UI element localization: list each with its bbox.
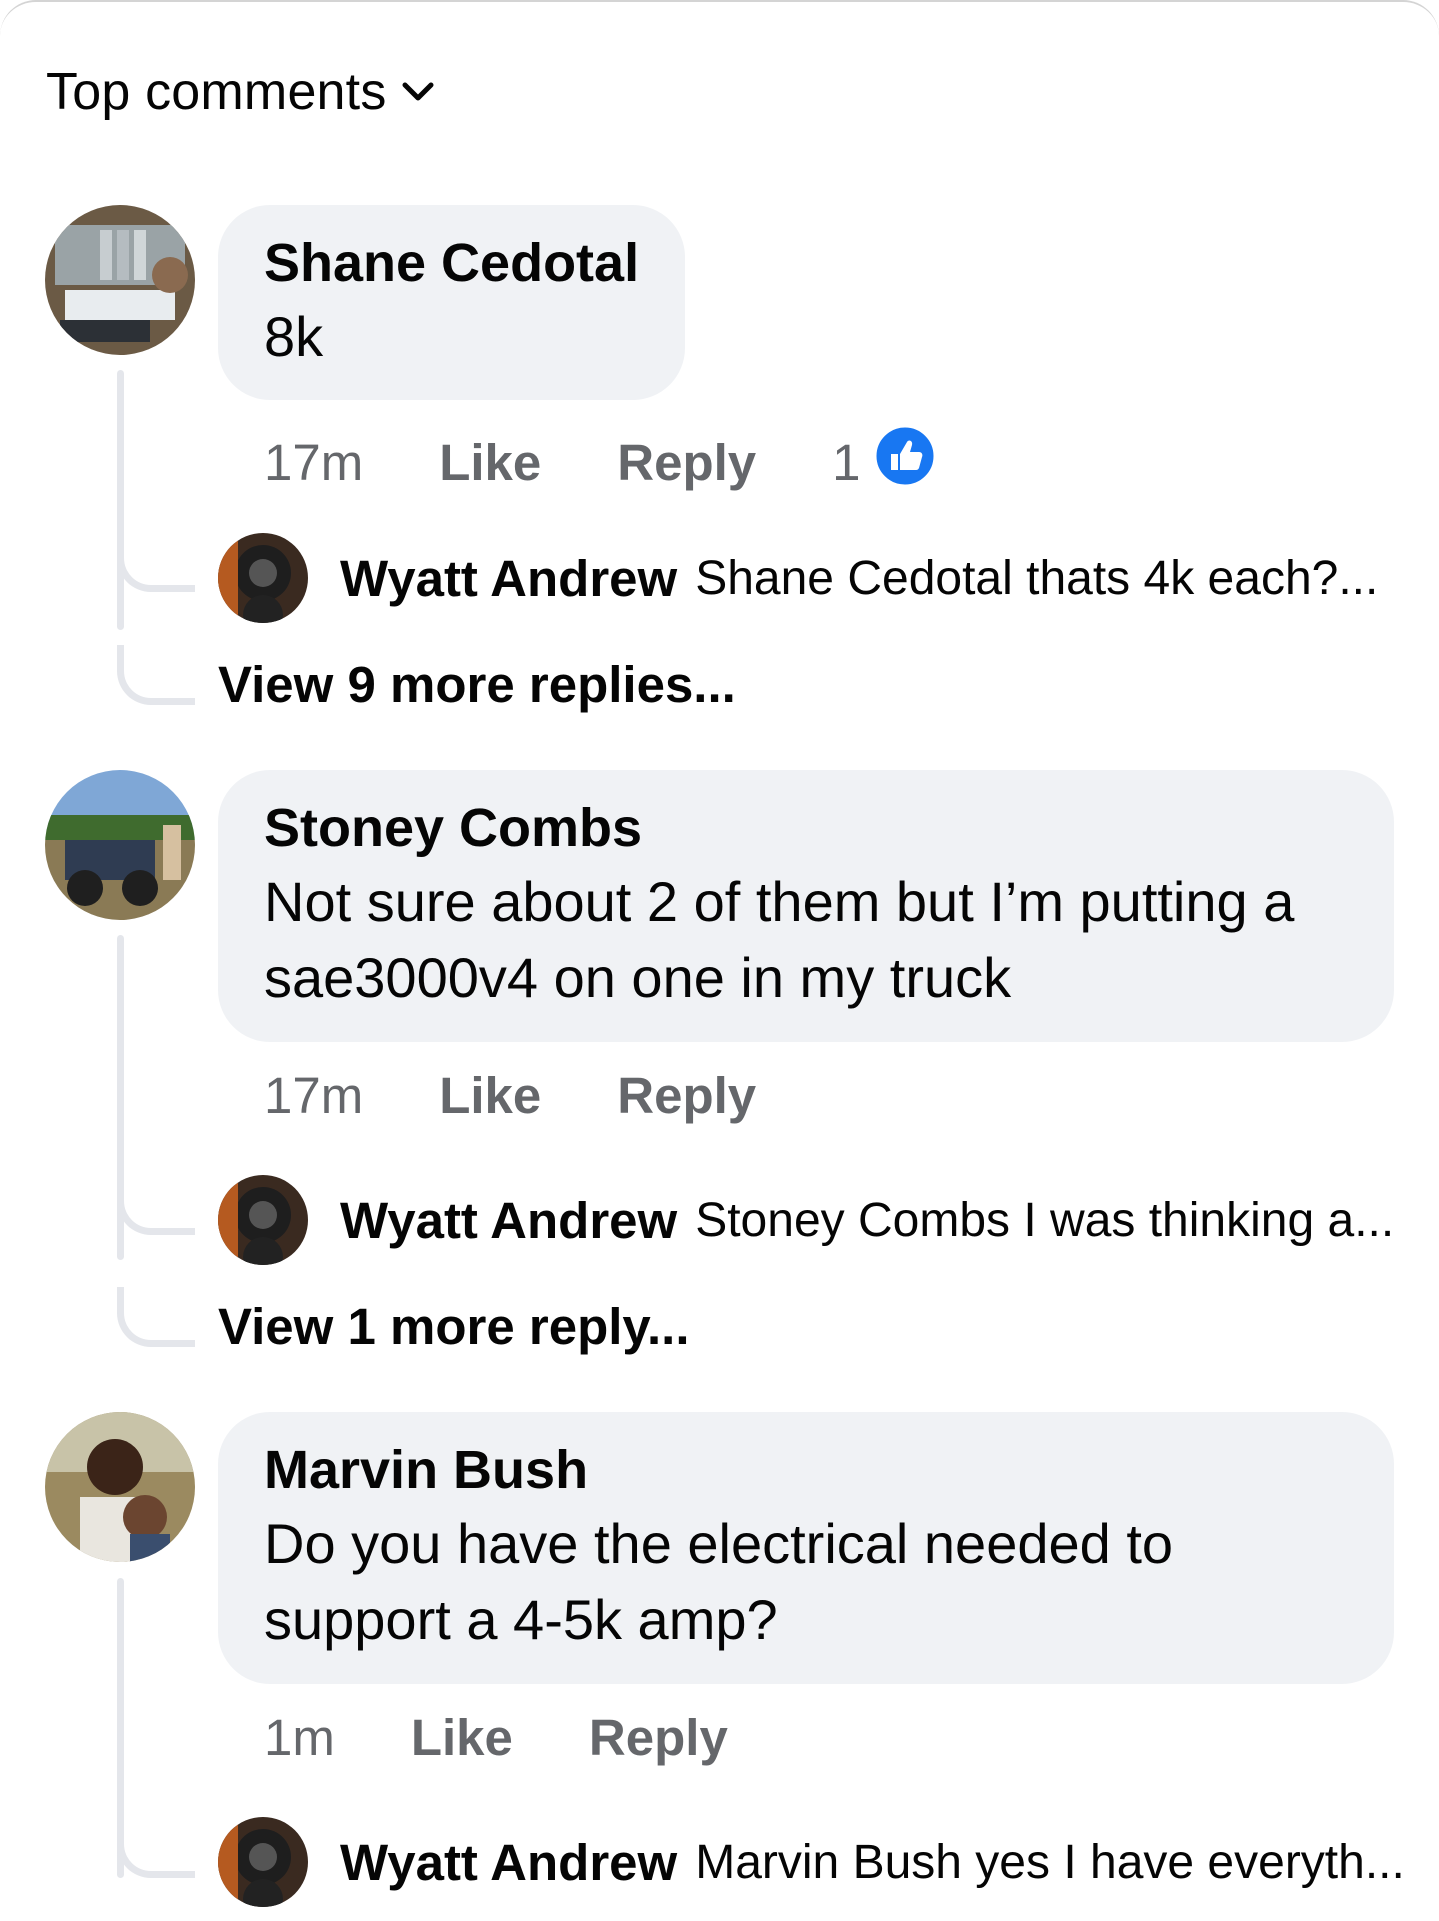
- comment-time[interactable]: 17m: [264, 433, 363, 492]
- thread-connector: [117, 1818, 195, 1878]
- thread-connector: [117, 1287, 195, 1347]
- reply-text: Stoney Combs I was thinking a...: [695, 1193, 1395, 1247]
- avatar[interactable]: [218, 1175, 308, 1265]
- reply-button[interactable]: Reply: [617, 433, 756, 492]
- reply-button[interactable]: Reply: [589, 1708, 728, 1767]
- thread-connector: [117, 532, 195, 592]
- comment-text: Do you have the electrical needed to sup…: [264, 1512, 1174, 1651]
- avatar[interactable]: [218, 533, 308, 623]
- comment-author[interactable]: Shane Cedotal: [264, 233, 639, 293]
- reply-preview[interactable]: Wyatt Andrew Stoney Combs I was thinking…: [218, 1175, 1394, 1265]
- like-button[interactable]: Like: [439, 1066, 541, 1125]
- reply-preview[interactable]: Wyatt Andrew Shane Cedotal thats 4k each…: [218, 533, 1378, 623]
- reply-author[interactable]: Wyatt Andrew: [340, 1833, 677, 1892]
- comment-actions: 17m Like Reply 1: [264, 424, 937, 500]
- reaction-summary[interactable]: 1: [832, 424, 937, 500]
- reply-author[interactable]: Wyatt Andrew: [340, 1191, 677, 1250]
- comment-sort-dropdown[interactable]: Top comments: [46, 62, 435, 122]
- comment-author[interactable]: Marvin Bush: [264, 1440, 1348, 1500]
- comment-text: Not sure about 2 of them but I’m putting…: [264, 870, 1295, 1009]
- thread-connector: [117, 645, 195, 705]
- reaction-count: 1: [832, 433, 861, 491]
- reply-preview[interactable]: Wyatt Andrew Marvin Bush yes I have ever…: [218, 1817, 1405, 1907]
- like-button[interactable]: Like: [439, 433, 541, 492]
- comment-text: 8k: [264, 305, 324, 368]
- chevron-down-icon: [401, 80, 435, 104]
- reply-button[interactable]: Reply: [617, 1066, 756, 1125]
- comment-time[interactable]: 1m: [264, 1708, 335, 1767]
- comment-bubble: Marvin Bush Do you have the electrical n…: [218, 1412, 1394, 1684]
- thread-line: [117, 370, 124, 630]
- thread-connector: [117, 1175, 195, 1235]
- comment-bubble: Shane Cedotal 8k: [218, 205, 686, 400]
- comment-time[interactable]: 17m: [264, 1066, 363, 1125]
- view-more-replies-link[interactable]: View 9 more replies...: [218, 655, 736, 714]
- reply-text: Shane Cedotal thats 4k each?...: [695, 551, 1379, 605]
- comment-author[interactable]: Stoney Combs: [264, 798, 1348, 858]
- comment-actions: 1m Like Reply: [264, 1708, 804, 1767]
- page-title: Top comments: [46, 63, 387, 121]
- avatar[interactable]: [45, 1412, 195, 1562]
- view-more-replies-link[interactable]: View 1 more reply...: [218, 1297, 690, 1356]
- comment-actions: 17m Like Reply: [264, 1066, 832, 1125]
- reply-text: Marvin Bush yes I have everyth...: [695, 1835, 1405, 1889]
- comment-bubble: Stoney Combs Not sure about 2 of them bu…: [218, 770, 1394, 1042]
- avatar[interactable]: [218, 1817, 308, 1907]
- thumbs-up-icon: [873, 424, 937, 500]
- avatar[interactable]: [45, 770, 195, 920]
- reply-author[interactable]: Wyatt Andrew: [340, 549, 677, 608]
- like-button[interactable]: Like: [411, 1708, 513, 1767]
- avatar[interactable]: [45, 205, 195, 355]
- sheet-top-edge: [0, 0, 1439, 40]
